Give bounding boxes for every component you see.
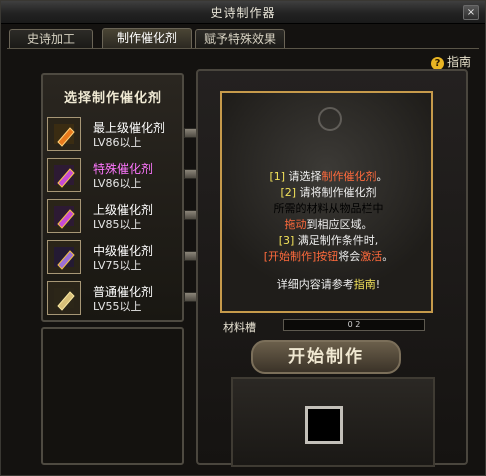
guide-link[interactable]: ? 指南 (430, 53, 471, 70)
catalyst-icon-slot (47, 281, 81, 315)
tab-epic-processing[interactable]: 史诗加工 (9, 29, 93, 48)
instruction-line-1: [1] 请选择制作催化剂。 (269, 170, 388, 183)
instruction-line-3: 所需的材料从物品栏中 (273, 202, 384, 215)
catalyst-bottle-icon (54, 288, 75, 311)
start-crafting-button[interactable]: 开始制作 (251, 340, 401, 374)
material-slot-value: 0 2 (347, 320, 361, 329)
catalyst-level: LV55以上 (93, 300, 142, 313)
catalyst-item-special[interactable]: 特殊催化剂 LV86以上 (47, 158, 179, 194)
instruction-line-5: [3] 满足制作条件时, (278, 234, 379, 247)
catalyst-item-best[interactable]: 最上级催化剂 LV86以上 (47, 117, 179, 153)
close-button[interactable]: × (463, 5, 479, 20)
catalyst-select-header: 选择制作催化剂 (63, 91, 162, 106)
catalyst-level: LV86以上 (93, 177, 142, 190)
catalyst-icon-slot (47, 199, 81, 233)
output-slot[interactable] (305, 406, 343, 444)
catalyst-icon-slot (47, 117, 81, 151)
catalyst-item-superior[interactable]: 上级催化剂 LV85以上 (47, 199, 179, 235)
window-title: 史诗制作器 (210, 6, 276, 20)
catalyst-level: LV85以上 (93, 218, 142, 231)
instruction-box: [1] 请选择制作催化剂。 [2] 请将制作催化剂 所需的材料从物品栏中 拖动到… (220, 91, 433, 313)
title-bar[interactable]: 史诗制作器 × (1, 1, 485, 24)
catalyst-level: LV86以上 (93, 136, 142, 149)
tab-divider (7, 48, 479, 49)
instruction-line-2: [2] 请将制作催化剂 (280, 186, 377, 199)
catalyst-bottle-icon (54, 247, 75, 270)
catalyst-item-normal[interactable]: 普通催化剂 LV55以上 (47, 281, 179, 317)
guide-label: 指南 (446, 55, 471, 69)
gear-icon (318, 107, 342, 131)
material-slot-label: 材料槽 (223, 321, 256, 334)
catalyst-bottle-icon (54, 206, 75, 229)
material-slot-bar: 0 2 (283, 319, 425, 331)
catalyst-item-intermediate[interactable]: 中级催化剂 LV75以上 (47, 240, 179, 276)
instruction-line-6: [开始制作]按钮将会激活。 (263, 250, 394, 263)
catalyst-icon-slot (47, 240, 81, 274)
instruction-line-7: 详细内容请参考指南! (276, 278, 381, 291)
catalyst-bottle-icon (54, 124, 75, 147)
catalyst-icon-slot (47, 158, 81, 192)
material-preview-panel (41, 327, 184, 465)
tab-make-catalyst[interactable]: 制作催化剂 (102, 28, 192, 49)
instruction-line-4: 拖动到相应区域。 (284, 218, 373, 231)
catalyst-level: LV75以上 (93, 259, 142, 272)
epic-maker-window: 史诗制作器 × 史诗加工 制作催化剂 赋予特殊效果 ? 指南 选择制作催化剂 最上… (0, 0, 486, 476)
tab-special-effects[interactable]: 赋予特殊效果 (195, 29, 285, 48)
catalyst-bottle-icon (54, 165, 75, 188)
